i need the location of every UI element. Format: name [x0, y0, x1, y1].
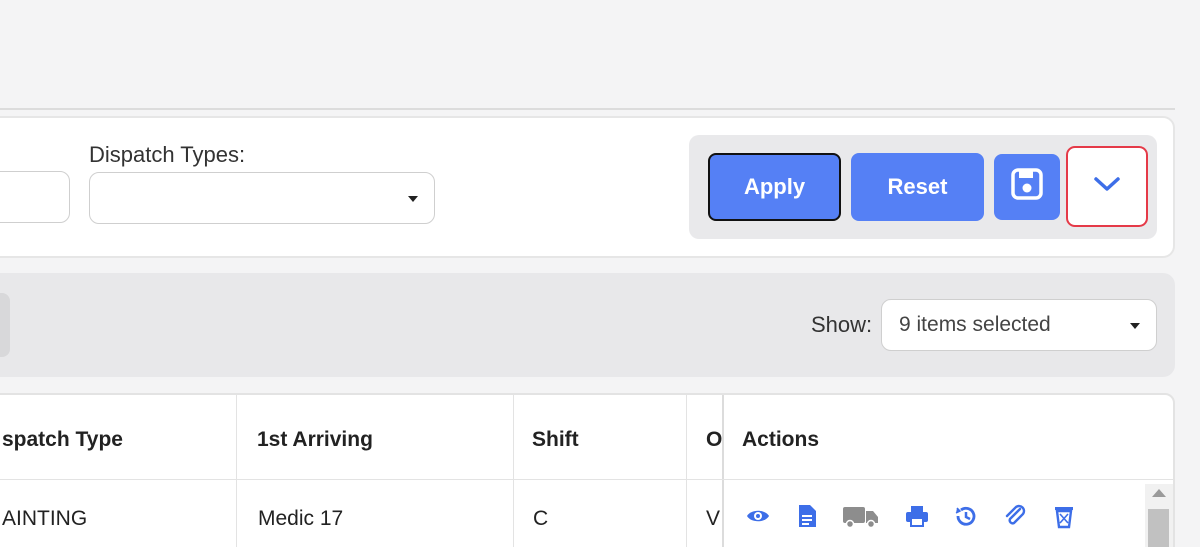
- print-icon[interactable]: [904, 503, 930, 529]
- column-header-partial[interactable]: O: [706, 428, 722, 452]
- show-columns-select[interactable]: 9 items selected: [881, 299, 1157, 351]
- column-header-actions: Actions: [742, 428, 820, 451]
- cell-dispatch-type: AINTING: [2, 507, 88, 530]
- scrollbar-thumb[interactable]: [1148, 509, 1169, 547]
- column-header-shift[interactable]: Shift: [532, 428, 579, 452]
- view-icon[interactable]: [745, 503, 771, 529]
- caret-down-icon: [408, 196, 418, 202]
- chevron-down-icon: [1093, 176, 1121, 197]
- toolbar-button-partial[interactable]: [0, 293, 10, 357]
- expand-filters-button[interactable]: [1066, 146, 1148, 227]
- save-filter-button[interactable]: [994, 154, 1060, 220]
- cell-first-arriving: Medic 17: [258, 507, 344, 530]
- header-divider: [0, 108, 1175, 110]
- filter-input-partial[interactable]: [0, 171, 70, 223]
- expand-filters-inner: [1072, 152, 1142, 221]
- dispatch-types-select[interactable]: [89, 172, 435, 224]
- scroll-up-arrow-icon[interactable]: [1152, 489, 1166, 497]
- reset-button[interactable]: Reset: [851, 153, 984, 221]
- attachment-icon[interactable]: [1002, 503, 1028, 529]
- column-divider: [236, 395, 237, 547]
- history-icon[interactable]: [953, 503, 979, 529]
- save-icon: [1010, 167, 1044, 207]
- column-header-dispatch-type[interactable]: spatch Type: [2, 428, 123, 452]
- incidents-table: spatch Type 1st Arriving Shift O Actions…: [0, 393, 1175, 547]
- truck-icon[interactable]: [842, 503, 880, 529]
- show-label: Show:: [811, 312, 873, 337]
- dispatch-types-label: Dispatch Types:: [89, 142, 246, 167]
- report-icon[interactable]: [794, 503, 820, 529]
- delete-icon[interactable]: [1051, 503, 1077, 529]
- column-divider: [513, 395, 514, 547]
- cell-partial: V: [706, 507, 721, 530]
- column-divider: [686, 395, 687, 547]
- apply-button[interactable]: Apply: [708, 153, 841, 221]
- header-row-divider: [0, 479, 1173, 480]
- show-columns-value: 9 items selected: [899, 313, 1051, 336]
- caret-down-icon: [1130, 323, 1140, 329]
- cell-shift: C: [533, 507, 549, 530]
- actions-column-divider: [722, 395, 724, 547]
- column-header-first-arriving[interactable]: 1st Arriving: [257, 428, 373, 452]
